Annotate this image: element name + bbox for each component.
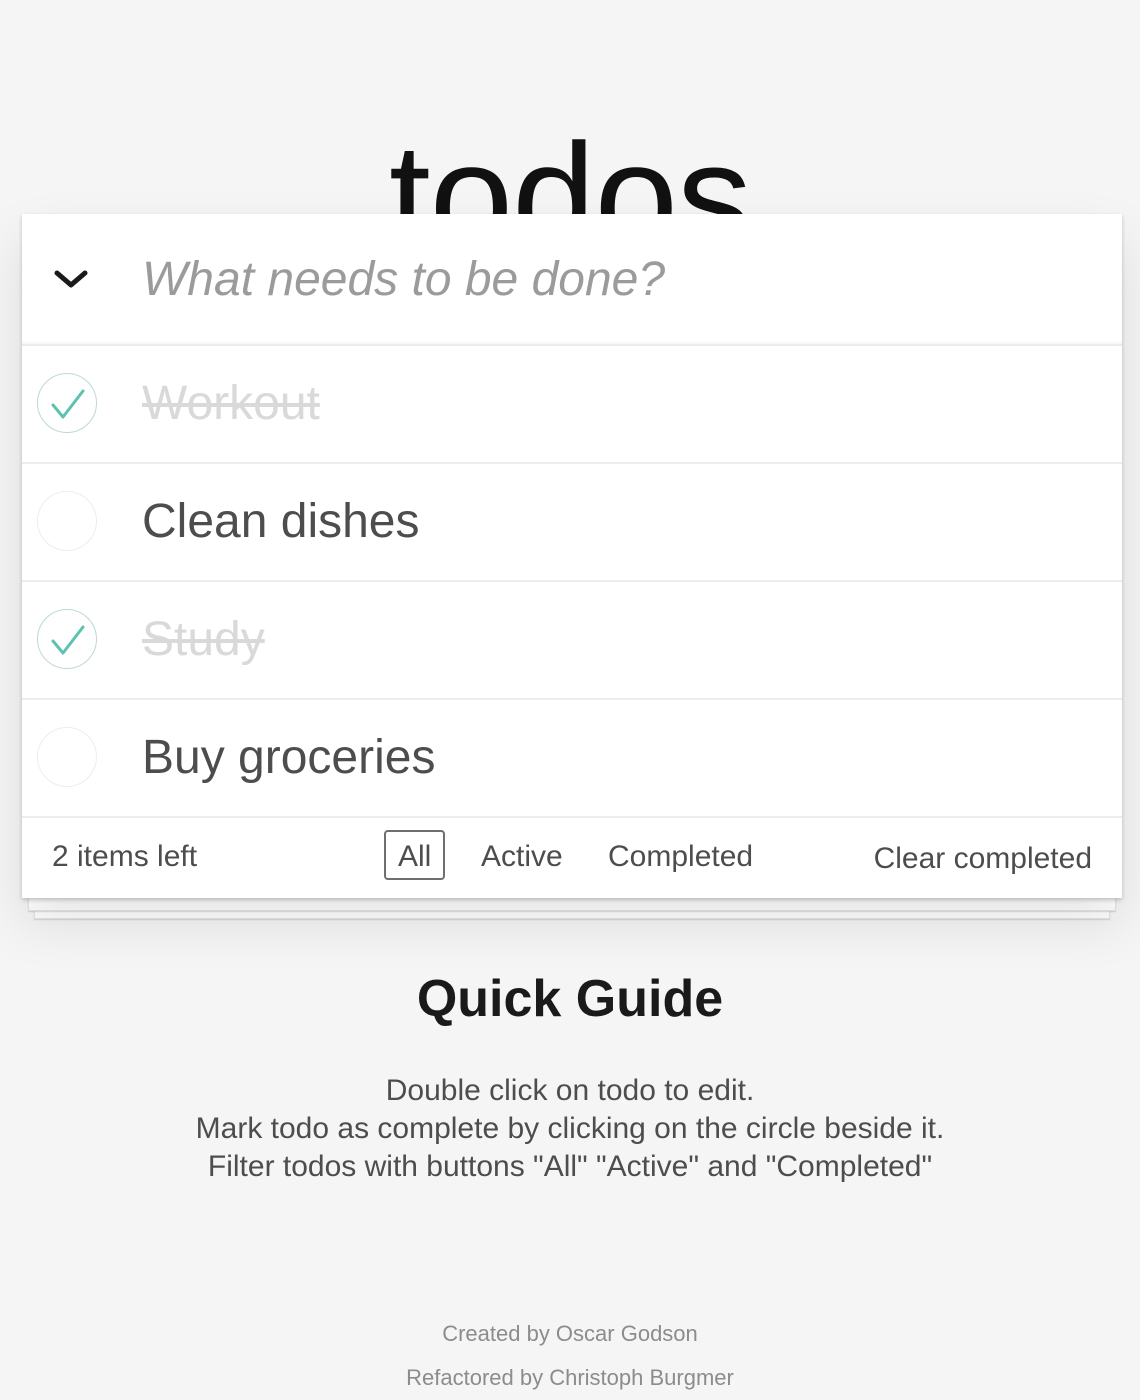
checkmark-icon: [51, 625, 85, 655]
todo-label-workout[interactable]: Workout: [142, 374, 320, 434]
guide-line-filter: Filter todos with buttons "All" "Active"…: [207, 1150, 933, 1183]
guide-line-complete: Mark todo as complete by clicking on the…: [195, 1112, 945, 1145]
guide-line-edit: Double click on todo to edit.: [385, 1074, 755, 1107]
items-left-count: 2 items left: [52, 840, 198, 873]
toggle-all-button[interactable]: [36, 244, 106, 314]
todo-toggle-buy-groceries[interactable]: [37, 727, 97, 787]
todo-label-study[interactable]: Study: [142, 610, 265, 670]
todo-item-study: Study: [22, 582, 1122, 700]
todo-list: Workout Clean dishes Study Buy groceries: [22, 346, 1122, 818]
credits: Created by Oscar Godson Refactored by Ch…: [0, 1312, 1140, 1400]
todo-app-card: Workout Clean dishes Study Buy groceries…: [22, 214, 1122, 898]
todo-item-clean-dishes: Clean dishes: [22, 464, 1122, 582]
todo-label-clean-dishes[interactable]: Clean dishes: [142, 492, 420, 552]
chevron-down-icon: [54, 270, 88, 288]
quick-guide-title: Quick Guide: [416, 970, 724, 1028]
new-todo-row: [22, 214, 1122, 346]
todo-item-buy-groceries: Buy groceries: [22, 700, 1122, 818]
todo-toggle-workout[interactable]: [37, 373, 97, 433]
todo-item-workout: Workout: [22, 346, 1122, 464]
todo-toggle-clean-dishes[interactable]: [37, 491, 97, 551]
filter-all-button[interactable]: All: [384, 830, 446, 880]
todo-footer: 2 items left All Active Completed Clear …: [22, 818, 1122, 898]
todo-toggle-study[interactable]: [37, 609, 97, 669]
credit-refactored-by: Refactored by Christoph Burgmer: [406, 1365, 734, 1390]
quick-guide-text: Double click on todo to edit. Mark todo …: [0, 1072, 1140, 1186]
checkmark-icon: [51, 389, 85, 419]
credit-created-by: Created by Oscar Godson: [442, 1321, 698, 1346]
new-todo-input[interactable]: [142, 239, 1082, 319]
todo-label-buy-groceries[interactable]: Buy groceries: [142, 728, 435, 788]
filter-completed-button[interactable]: Completed: [594, 830, 767, 880]
filter-active-button[interactable]: Active: [467, 830, 577, 880]
clear-completed-button[interactable]: Clear completed: [874, 842, 1092, 876]
stack-shadow-middle: [28, 896, 1116, 911]
